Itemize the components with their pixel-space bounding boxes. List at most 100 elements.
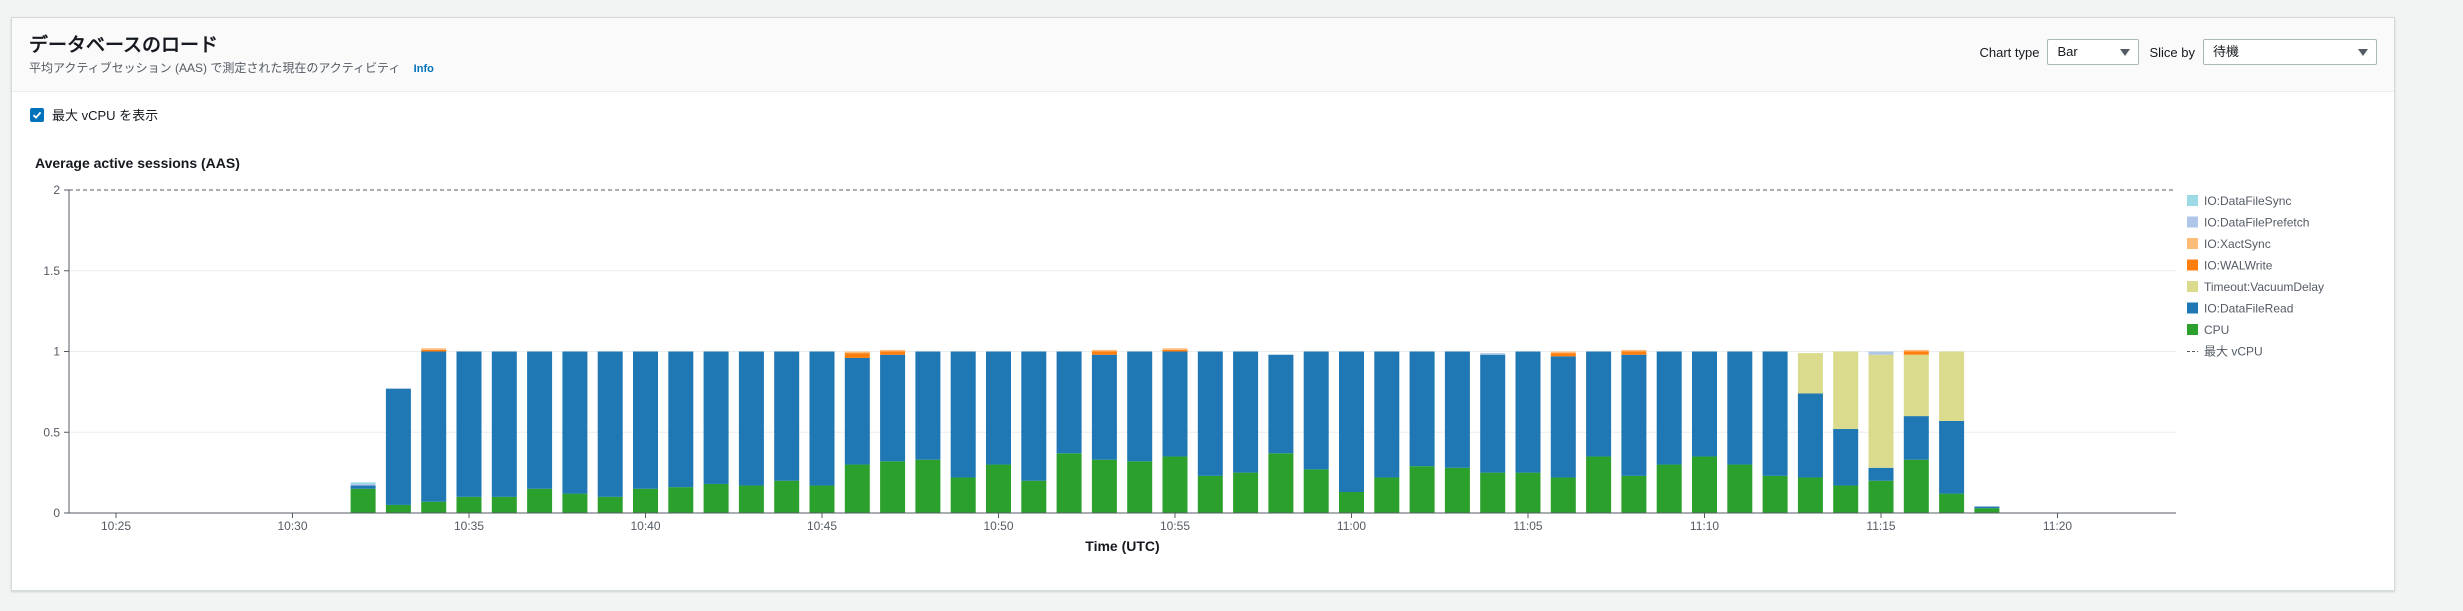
bar-segment[interactable] [1621, 349, 1647, 352]
bar-segment[interactable] [1339, 351, 1364, 493]
bar-segment[interactable] [668, 351, 694, 488]
bar-segment[interactable] [880, 354, 906, 462]
bar-segment[interactable] [491, 496, 517, 513]
legend-label[interactable]: IO:XactSync [2204, 237, 2271, 251]
bar-segment[interactable] [1021, 480, 1047, 513]
bar-segment[interactable] [1233, 351, 1259, 473]
legend-label[interactable]: IO:DataFilePrefetch [2204, 216, 2309, 230]
bar-segment[interactable] [1127, 351, 1153, 462]
bar-segment[interactable] [1692, 456, 1717, 513]
bar-segment[interactable] [1303, 351, 1329, 470]
bar-segment[interactable] [527, 488, 553, 513]
bar-segment[interactable] [1621, 354, 1647, 476]
bar-segment[interactable] [1268, 453, 1294, 513]
bar-segment[interactable] [738, 351, 764, 486]
legend-label[interactable]: IO:DataFileRead [2204, 302, 2293, 316]
bar-segment[interactable] [1515, 472, 1541, 513]
bar-segment[interactable] [527, 351, 553, 489]
bar-segment[interactable] [1197, 475, 1223, 513]
legend-label[interactable]: Timeout:VacuumDelay [2204, 280, 2324, 294]
legend-label[interactable]: IO:WALWrite [2204, 259, 2273, 273]
bar-segment[interactable] [1162, 351, 1188, 457]
bar-segment[interactable] [1197, 351, 1223, 476]
legend-label[interactable]: CPU [2204, 323, 2229, 337]
bar-segment[interactable] [1091, 354, 1117, 460]
bar-segment[interactable] [456, 351, 482, 497]
bar-segment[interactable] [1939, 420, 1965, 494]
bar-segment[interactable] [986, 464, 1011, 513]
bar-segment[interactable] [1550, 477, 1576, 513]
bar-segment[interactable] [844, 464, 870, 513]
bar-segment[interactable] [1056, 453, 1082, 513]
bar-segment[interactable] [844, 357, 870, 465]
bar-segment[interactable] [1303, 469, 1329, 513]
bar-segment[interactable] [491, 351, 517, 497]
bar-segment[interactable] [1550, 353, 1576, 357]
bar-segment[interactable] [1091, 459, 1117, 513]
bar-segment[interactable] [1586, 456, 1612, 513]
bar-segment[interactable] [1903, 459, 1929, 513]
bar-segment[interactable] [421, 501, 447, 513]
bar-segment[interactable] [1727, 351, 1753, 465]
bar-segment[interactable] [1903, 351, 1929, 355]
bar-segment[interactable] [1868, 480, 1894, 513]
bar-segment[interactable] [1268, 354, 1294, 454]
bar-segment[interactable] [421, 348, 447, 350]
bar-segment[interactable] [1762, 475, 1788, 513]
bar-segment[interactable] [1550, 356, 1576, 478]
bar-segment[interactable] [1797, 393, 1823, 478]
bar-segment[interactable] [1339, 492, 1364, 513]
bar-segment[interactable] [986, 351, 1011, 465]
bar-segment[interactable] [1480, 354, 1506, 473]
bar-segment[interactable] [1692, 351, 1717, 457]
bar-segment[interactable] [1374, 477, 1400, 513]
bar-segment[interactable] [1480, 472, 1506, 513]
bar-segment[interactable] [1056, 351, 1082, 454]
bar-segment[interactable] [350, 482, 376, 484]
bar-segment[interactable] [350, 483, 376, 486]
bar-segment[interactable] [1903, 354, 1929, 417]
bar-segment[interactable] [1833, 429, 1859, 486]
bar-segment[interactable] [1903, 416, 1929, 460]
bar-segment[interactable] [1162, 349, 1188, 352]
bar-segment[interactable] [703, 483, 729, 513]
bar-segment[interactable] [1374, 351, 1400, 478]
bar-segment[interactable] [1586, 351, 1612, 457]
bar-segment[interactable] [1727, 464, 1753, 513]
bar-segment[interactable] [1162, 456, 1188, 513]
bar-segment[interactable] [456, 496, 482, 513]
bar-segment[interactable] [880, 351, 906, 355]
bar-segment[interactable] [350, 488, 376, 513]
bar-segment[interactable] [1868, 354, 1894, 468]
bar-segment[interactable] [1797, 477, 1823, 513]
bar-segment[interactable] [1868, 467, 1894, 481]
bar-segment[interactable] [1833, 351, 1859, 430]
bar-segment[interactable] [1833, 485, 1859, 513]
bar-segment[interactable] [1233, 472, 1259, 513]
bar-segment[interactable] [385, 504, 411, 513]
bar-segment[interactable] [1021, 351, 1047, 481]
bar-segment[interactable] [774, 351, 800, 481]
bar-segment[interactable] [1444, 467, 1470, 513]
legend-label[interactable]: IO:DataFileSync [2204, 194, 2291, 208]
bar-segment[interactable] [1091, 351, 1117, 355]
bar-segment[interactable] [880, 349, 906, 352]
bar-segment[interactable] [1621, 475, 1647, 513]
bar-segment[interactable] [1444, 351, 1470, 468]
bar-segment[interactable] [1480, 353, 1506, 355]
bar-segment[interactable] [1868, 351, 1894, 355]
bar-segment[interactable] [809, 351, 835, 486]
bar-segment[interactable] [1939, 493, 1965, 513]
bar-segment[interactable] [774, 480, 800, 513]
bar-segment[interactable] [1974, 508, 2000, 513]
bar-segment[interactable] [385, 388, 411, 505]
bar-segment[interactable] [1621, 351, 1647, 355]
bar-segment[interactable] [1797, 353, 1823, 394]
bar-segment[interactable] [1409, 351, 1435, 467]
bar-segment[interactable] [1550, 351, 1576, 354]
bar-segment[interactable] [1162, 348, 1188, 350]
bar-segment[interactable] [1409, 466, 1435, 513]
bar-segment[interactable] [880, 461, 906, 513]
bar-segment[interactable] [1127, 461, 1153, 513]
bar-segment[interactable] [809, 485, 835, 513]
